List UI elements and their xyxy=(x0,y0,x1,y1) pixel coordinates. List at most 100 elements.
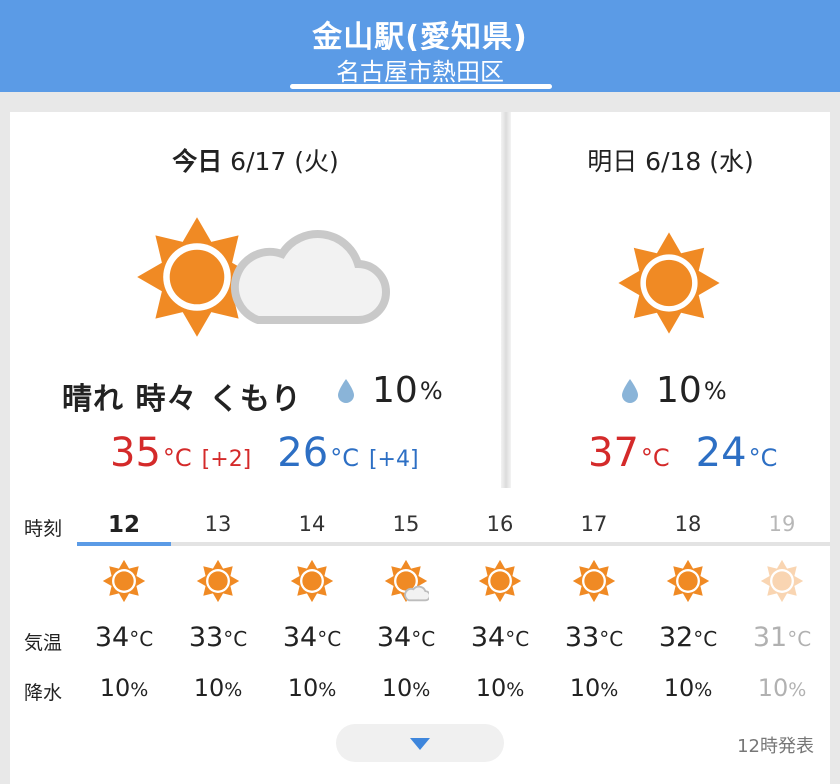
today-date: 6/17 xyxy=(230,147,287,176)
hour-label: 19 xyxy=(768,512,796,536)
tomorrow-temps: 37 °C 24 °C xyxy=(588,430,777,476)
today-low-diff: [+4] xyxy=(368,447,419,472)
sun-cloud-icon xyxy=(137,217,390,337)
hour-temp-unit: °C xyxy=(599,627,624,651)
hour-label: 18 xyxy=(674,512,702,536)
hour-temp-value: 34 xyxy=(470,622,506,653)
today-high-diff: [+2] xyxy=(201,447,252,472)
today-title: 今日 6/17 (火) xyxy=(10,142,501,178)
header-underline xyxy=(290,84,552,89)
hour-temp-value: 34 xyxy=(94,622,130,653)
today-low: 26 xyxy=(277,430,329,476)
tomorrow-rain-unit: % xyxy=(703,376,727,405)
forecast-card: 今日 6/17 (火) 晴れ 時々 くもり 10 % 35 °C [+2] 26… xyxy=(10,112,830,784)
hour-rain: 10% xyxy=(453,674,547,702)
rain-row-label: 降水 xyxy=(24,682,63,704)
hour-rain: 10% xyxy=(171,674,265,702)
sun-cloud-icon xyxy=(359,558,453,608)
raindrop-icon xyxy=(622,378,638,403)
chevron-down-icon xyxy=(410,738,430,750)
tomorrow-low: 24 xyxy=(695,430,747,476)
hour-rain-unit: % xyxy=(506,679,525,701)
today-high-unit: °C xyxy=(162,444,192,472)
raindrop-icon xyxy=(338,378,354,403)
today-label: 今日 xyxy=(172,147,223,176)
hour-cell[interactable]: 19 xyxy=(735,512,829,536)
hour-temp-unit: °C xyxy=(693,627,718,651)
hour-rain-value: 10 xyxy=(757,674,789,702)
area-name: 名古屋市熱田区 xyxy=(336,58,504,86)
hour-temp-value: 34 xyxy=(376,622,412,653)
hour-rain-value: 10 xyxy=(475,674,507,702)
tomorrow-weekday: (水) xyxy=(709,147,754,176)
hour-temp-unit: °C xyxy=(411,627,436,651)
expand-button[interactable] xyxy=(336,724,504,762)
hour-cell[interactable]: 13 xyxy=(171,512,265,536)
hour-label: 17 xyxy=(580,512,608,536)
hour-cell[interactable]: 17 xyxy=(547,512,641,536)
hour-temp-value: 33 xyxy=(188,622,224,653)
hour-temp: 34°C xyxy=(265,622,359,653)
hour-cell[interactable]: 16 xyxy=(453,512,547,536)
hour-label: 12 xyxy=(107,512,140,538)
today-rain: 10 % xyxy=(338,370,443,411)
tomorrow-high-unit: °C xyxy=(640,444,670,472)
hour-label: 13 xyxy=(204,512,232,536)
hour-rain: 10% xyxy=(265,674,359,702)
hour-cell[interactable]: 18 xyxy=(641,512,735,536)
hour-temp-unit: °C xyxy=(317,627,342,651)
hour-temp-value: 32 xyxy=(658,622,694,653)
tomorrow-date: 6/18 xyxy=(645,147,702,176)
hour-label: 14 xyxy=(298,512,326,536)
hour-cell[interactable]: 12 xyxy=(77,512,171,538)
hour-rain-value: 10 xyxy=(381,674,413,702)
tomorrow-label: 明日 xyxy=(587,147,638,176)
tomorrow-high: 37 xyxy=(588,430,639,476)
hour-rain-unit: % xyxy=(318,679,337,701)
hour-rain: 10% xyxy=(359,674,453,702)
hour-rain-value: 10 xyxy=(193,674,225,702)
sun-icon xyxy=(77,558,171,608)
hour-rain-value: 10 xyxy=(99,674,131,702)
hour-rain-value: 10 xyxy=(287,674,319,702)
hour-rain-unit: % xyxy=(788,679,807,701)
current-hour-indicator xyxy=(77,542,171,546)
sun-icon xyxy=(735,558,829,608)
hour-rain: 10% xyxy=(547,674,641,702)
hour-temp-value: 34 xyxy=(282,622,318,653)
hour-temp: 32°C xyxy=(641,622,735,653)
tomorrow-title: 明日 6/18 (水) xyxy=(511,142,830,178)
hour-temp: 33°C xyxy=(171,622,265,653)
hour-label: 15 xyxy=(392,512,420,536)
hour-cell[interactable]: 14 xyxy=(265,512,359,536)
temp-row-label: 気温 xyxy=(24,632,63,654)
hour-rain: 10% xyxy=(77,674,171,702)
issued-time: 12時発表 xyxy=(737,736,814,757)
hour-temp: 34°C xyxy=(77,622,171,653)
today-weekday: (火) xyxy=(294,147,339,176)
hour-temp-unit: °C xyxy=(223,627,248,651)
hour-label: 16 xyxy=(486,512,514,536)
sun-icon xyxy=(641,558,735,608)
station-name: 金山駅(愛知県) xyxy=(312,20,528,55)
hour-temp-unit: °C xyxy=(129,627,154,651)
sun-icon xyxy=(265,558,359,608)
hour-temp-value: 33 xyxy=(564,622,600,653)
day-divider xyxy=(501,112,511,488)
hour-rain-unit: % xyxy=(694,679,713,701)
tomorrow-rain-value: 10 xyxy=(656,370,702,411)
sun-icon xyxy=(618,232,720,334)
today-rain-unit: % xyxy=(419,376,443,405)
hour-rain-value: 10 xyxy=(663,674,695,702)
hour-rain: 10% xyxy=(735,674,829,702)
hour-cell[interactable]: 15 xyxy=(359,512,453,536)
hour-timeline xyxy=(77,542,830,546)
sun-icon xyxy=(171,558,265,608)
today-weather: 晴れ 時々 くもり xyxy=(62,382,302,417)
sun-icon xyxy=(453,558,547,608)
time-row-label: 時刻 xyxy=(24,518,63,540)
hour-rain-unit: % xyxy=(130,679,149,701)
sun-icon xyxy=(547,558,641,608)
today-high: 35 xyxy=(110,430,161,476)
location-header: 金山駅(愛知県) 名古屋市熱田区 xyxy=(0,0,840,92)
